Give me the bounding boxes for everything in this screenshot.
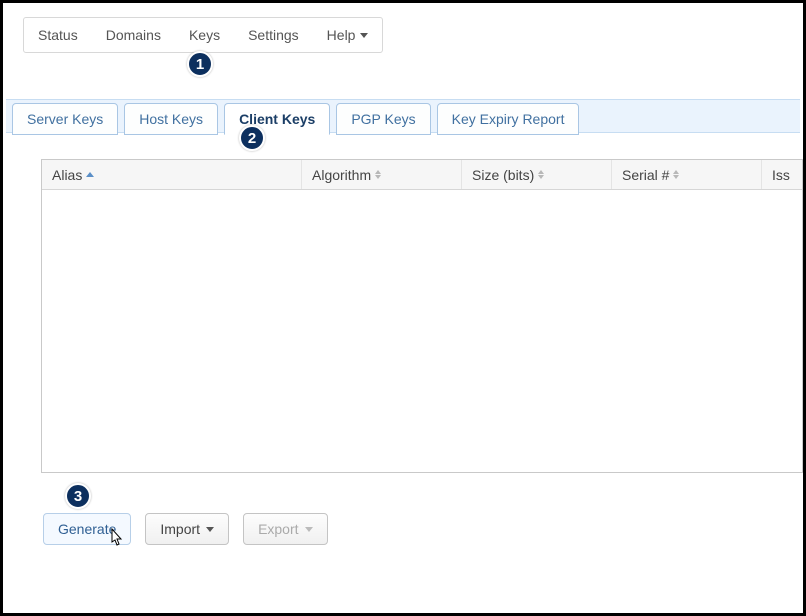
sort-icon: [538, 170, 544, 179]
top-nav: Status Domains Keys Settings Help: [23, 17, 383, 53]
app-frame: Status Domains Keys Settings Help 1 Serv…: [0, 0, 806, 616]
col-algorithm-label: Algorithm: [312, 167, 371, 183]
sort-icon: [673, 170, 679, 179]
col-serial[interactable]: Serial #: [612, 160, 762, 189]
nav-domains[interactable]: Domains: [92, 18, 175, 52]
col-size-label: Size (bits): [472, 167, 534, 183]
action-button-row: Generate Import Export: [43, 513, 328, 545]
sort-icon: [375, 170, 381, 179]
col-alias-label: Alias: [52, 167, 82, 183]
tab-key-expiry-report[interactable]: Key Expiry Report: [437, 103, 580, 135]
keys-table: Alias Algorithm Size (bits) Serial # Iss: [41, 159, 803, 473]
nav-help-label: Help: [327, 27, 356, 43]
col-size[interactable]: Size (bits): [462, 160, 612, 189]
table-header: Alias Algorithm Size (bits) Serial # Iss: [42, 160, 802, 190]
caret-down-icon: [206, 527, 214, 532]
tab-pgp-keys[interactable]: PGP Keys: [336, 103, 430, 135]
col-issuer-label: Iss: [772, 167, 790, 183]
annotation-step-1: 1: [187, 51, 213, 77]
main-panel: Alias Algorithm Size (bits) Serial # Iss: [23, 147, 803, 563]
cursor-icon: [107, 528, 125, 555]
tab-bar: Server Keys Host Keys Client Keys PGP Ke…: [6, 99, 800, 133]
nav-settings[interactable]: Settings: [234, 18, 313, 52]
caret-down-icon: [360, 33, 368, 38]
export-label: Export: [258, 521, 298, 537]
nav-status[interactable]: Status: [24, 18, 92, 52]
nav-help[interactable]: Help: [313, 18, 383, 52]
import-button[interactable]: Import: [145, 513, 229, 545]
annotation-step-2: 2: [239, 125, 265, 151]
sort-asc-icon: [86, 172, 94, 177]
col-issuer[interactable]: Iss: [762, 160, 802, 189]
nav-keys[interactable]: Keys: [175, 18, 234, 52]
col-alias[interactable]: Alias: [42, 160, 302, 189]
annotation-step-3: 3: [65, 483, 91, 509]
tab-server-keys[interactable]: Server Keys: [12, 103, 118, 135]
caret-down-icon: [305, 527, 313, 532]
import-label: Import: [160, 521, 200, 537]
col-serial-label: Serial #: [622, 167, 669, 183]
tab-host-keys[interactable]: Host Keys: [124, 103, 218, 135]
col-algorithm[interactable]: Algorithm: [302, 160, 462, 189]
export-button[interactable]: Export: [243, 513, 327, 545]
